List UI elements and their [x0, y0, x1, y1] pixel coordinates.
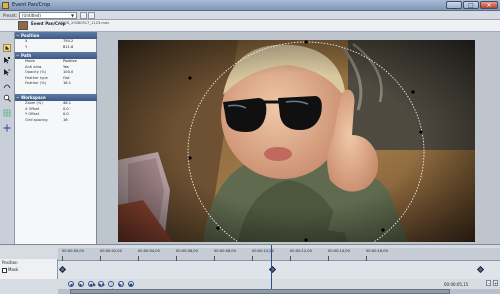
- collapse-icon[interactable]: −: [16, 94, 19, 101]
- last-keyframe-button[interactable]: ▶|: [118, 281, 124, 287]
- first-keyframe-button[interactable]: |◀: [108, 281, 114, 292]
- scrollbar-thumb[interactable]: [70, 289, 450, 294]
- save-preset-icon[interactable]: [80, 12, 87, 19]
- maximize-button[interactable]: □: [463, 1, 479, 9]
- normal-edit-tool-icon[interactable]: [3, 44, 11, 52]
- tick-label: 00:00:06,00: [176, 249, 198, 253]
- track-label-position[interactable]: Position: [2, 260, 18, 265]
- time-ruler[interactable]: 00:00:00,00 00:00:02,00 00:00:04,00 00:0…: [58, 248, 500, 261]
- collapse-icon[interactable]: −: [16, 52, 19, 59]
- window-title: Event Pan/Crop: [12, 2, 51, 8]
- tick-label: 00:00:08,00: [214, 249, 236, 253]
- media-filename: DSCN_20080517_1123.mov: [59, 21, 110, 25]
- anchor-creation-tool-icon[interactable]: [3, 56, 11, 64]
- record-button[interactable]: ●: [128, 281, 134, 287]
- preset-row: Preset: (Untitled) ▼: [0, 11, 500, 20]
- tick-label: 00:00:14,00: [328, 249, 350, 253]
- media-thumbnail: [18, 21, 28, 30]
- section-path[interactable]: − Path: [15, 52, 97, 59]
- tool-strip: [0, 32, 15, 244]
- time-readout: 00:00:05,15: [444, 282, 469, 287]
- zoom-tool-icon[interactable]: [3, 94, 11, 102]
- tick-label: 00:00:16,00: [366, 249, 388, 253]
- video-frame-image: [118, 40, 475, 242]
- properties-panel: − Position X 750.2 Y 811.6 − Path Mode Posi…: [15, 32, 97, 244]
- zoom-out-button[interactable]: −: [486, 280, 491, 286]
- app-icon: [2, 2, 9, 9]
- anchor-deletion-tool-icon[interactable]: [3, 68, 11, 76]
- close-button[interactable]: ✕: [480, 1, 498, 9]
- title-bar: Event Pan/Crop _ □ ✕: [0, 0, 500, 11]
- snap-to-grid-icon[interactable]: [3, 109, 11, 117]
- chevron-down-icon[interactable]: ▼: [71, 13, 74, 18]
- preset-dropdown[interactable]: (Untitled): [19, 12, 77, 19]
- previous-keyframe-button[interactable]: ◀: [68, 281, 74, 287]
- fast-forward-button[interactable]: ▶▶: [98, 281, 105, 287]
- tick-label: 00:00:00,00: [62, 249, 84, 253]
- rewind-button[interactable]: ◀◀: [88, 281, 95, 287]
- keyframe-track-area[interactable]: [58, 261, 500, 279]
- track-labels: Position Mask: [0, 259, 58, 279]
- zoom-in-button[interactable]: +: [493, 280, 498, 286]
- property-row-feather[interactable]: Feather (%) 16.1: [15, 81, 97, 87]
- property-row-y[interactable]: Y 811.6: [15, 45, 97, 51]
- property-row-grid-spacing[interactable]: Grid spacing 16: [15, 118, 97, 124]
- minimize-button[interactable]: _: [446, 1, 462, 9]
- section-workspace[interactable]: − Workspace: [15, 94, 97, 101]
- section-position[interactable]: − Position: [15, 32, 97, 39]
- collapse-icon[interactable]: −: [16, 32, 19, 39]
- tick-label: 00:00:04,00: [138, 249, 160, 253]
- delete-preset-icon[interactable]: [88, 12, 95, 19]
- playhead-cursor[interactable]: [271, 245, 272, 291]
- video-frame[interactable]: [118, 40, 475, 242]
- keyframe-timeline: Position Mask 00:00:00,00 00:00:02,00 00…: [0, 244, 500, 294]
- next-keyframe-button[interactable]: ▶: [78, 281, 84, 287]
- move-freely-icon[interactable]: [3, 124, 11, 132]
- tick-label: 00:00:12,00: [290, 249, 312, 253]
- tick-label: 00:00:02,00: [100, 249, 122, 253]
- preset-label: Preset:: [3, 13, 17, 18]
- track-label-mask[interactable]: Mask: [2, 267, 18, 273]
- media-header: Event Pan/Crop DSCN_20080517_1123.mov: [0, 20, 500, 32]
- checkbox-icon[interactable]: [2, 267, 7, 273]
- split-tangent-tool-icon[interactable]: [3, 82, 11, 90]
